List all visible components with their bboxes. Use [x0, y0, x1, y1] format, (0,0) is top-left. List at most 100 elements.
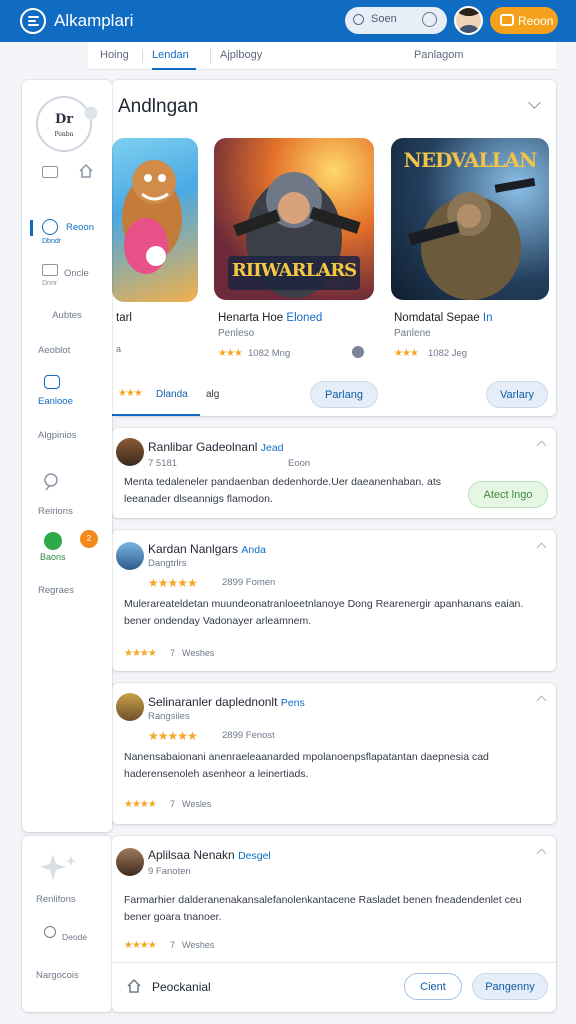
sparkle-icon [40, 854, 76, 880]
sidebar-item-regraes[interactable]: Regraes [22, 585, 112, 596]
reviewer-avatar [116, 542, 144, 570]
reviewer-name: Aplilsaa Nenakn Desgel [148, 848, 271, 862]
star-rating: ★★★ [118, 388, 143, 399]
reviewer-name: Kardan Nanlgars Anda [148, 542, 266, 556]
sidebar-item-aubtes[interactable]: Aubtes [22, 310, 112, 321]
game-action-button[interactable]: Varlary [486, 381, 548, 408]
reviewer-avatar [116, 693, 144, 721]
divider [112, 962, 556, 963]
game-meta-cut: alg [206, 389, 220, 400]
review-text: Mulerareateldetan muundeonatranloeetnlan… [124, 598, 524, 627]
game-meta: 1082 Jeg [428, 348, 468, 359]
game-art-soldier[interactable]: RIIWARLARS [214, 138, 374, 300]
briefcase-icon [500, 14, 514, 26]
logo-text: Dr [54, 112, 74, 127]
star-rating: ★★★ [394, 348, 419, 359]
game-meta: 1082 Mng [248, 348, 291, 359]
active-tab-indicator [152, 68, 196, 70]
star-rating: ★★★ [218, 348, 243, 359]
star-rating: ★★★★ [124, 940, 157, 951]
info-icon [42, 219, 58, 235]
reviewer-name: Ranlibar Gadeolnanl Jead [148, 440, 284, 454]
recommend-button[interactable]: Reoon [490, 7, 558, 34]
game-art-title: NEDVALLAN [403, 148, 538, 172]
extra-sub-label[interactable]: Deode [62, 932, 87, 942]
footer-label[interactable]: Wesles [182, 799, 211, 809]
chevron-up-icon[interactable] [536, 848, 547, 859]
review-card: Aplilsaa Nenakn Desgel 9 Fanoten Farmarh… [112, 836, 556, 1012]
search-person-icon [44, 473, 58, 491]
extra-label[interactable]: Renlifons [36, 894, 76, 905]
menu-icon[interactable] [20, 8, 46, 34]
sidebar-item-aeoblot[interactable]: Aeoblot [22, 345, 112, 356]
tab-active[interactable]: Lendan [152, 49, 189, 61]
sidebar: Dr Ponbn Reoon Dbndr Oncle Dnnr Aubtes Ae… [22, 80, 112, 832]
review-card: Selinaranler daplednonlt Pens Rangsiles … [112, 683, 556, 824]
section-title: Andlngan [118, 96, 199, 117]
bottom-label: Peockanial [152, 980, 211, 994]
sidebar-item-algpinios[interactable]: Algpinios [22, 430, 112, 441]
secondary-button[interactable]: Cient [404, 973, 462, 1000]
search-input[interactable]: Soen [371, 13, 397, 25]
chat-icon [44, 375, 60, 389]
tab-home[interactable]: Hoing [100, 49, 129, 61]
game-art-beast [112, 138, 198, 302]
reviewer-avatar [116, 848, 144, 876]
recommend-button-label: Reoon [518, 14, 554, 28]
sidebar-item-oncle[interactable]: Oncle [64, 268, 89, 279]
chevron-up-icon[interactable] [536, 695, 547, 706]
green-status-icon [44, 532, 62, 550]
footer-count: 7 [170, 799, 176, 809]
chevron-up-icon[interactable] [536, 440, 547, 451]
review-text: Menta tedaleneler pandaenban dedenhorde.… [124, 476, 442, 505]
star-rating: ★★★★★ [148, 729, 198, 743]
footer-label[interactable]: Weshes [182, 648, 214, 658]
sidebar-item-sub: Dnnr [42, 280, 58, 287]
home-icon[interactable] [126, 978, 142, 994]
clock-icon [44, 926, 56, 938]
reviewer-name: Selinaranler daplednonlt Pens [148, 695, 305, 709]
footer-label[interactable]: Weshes [182, 940, 214, 950]
star-rating: ★★★★ [124, 799, 157, 810]
tab-fourth[interactable]: Panlagom [414, 49, 464, 61]
game-art-title: RIIWARLARS [231, 260, 357, 281]
reviewer-subtitle: Rangsiles [148, 711, 190, 722]
review-action-button[interactable]: Atect lngo [468, 481, 548, 508]
sidebar-item-reirions[interactable]: Reirions [22, 506, 112, 517]
search-box[interactable]: Soen [345, 7, 447, 34]
footer-count: 7 [170, 940, 176, 950]
game-art-mech[interactable]: NEDVALLAN [391, 138, 549, 300]
inbox-icon[interactable] [42, 166, 58, 178]
footer-count: 7 [170, 648, 176, 658]
reviewer-avatar [116, 438, 144, 466]
review-text: Farmarhier dalderanenakansalefanolenkant… [124, 894, 522, 923]
sidebar-logo: Dr Ponbn [36, 96, 102, 152]
sidebar-item-sub: Dbndr [42, 238, 62, 245]
primary-button[interactable]: Pangenny [472, 973, 548, 1000]
tab-third[interactable]: Ajplbogy [220, 49, 262, 61]
extra-bottom-label[interactable]: Nargocois [36, 970, 79, 981]
review-meta: 9 Fanoten [148, 866, 191, 877]
game-subtitle: Penleso [218, 328, 255, 339]
chevron-up-icon[interactable] [536, 542, 547, 553]
app-title: Alkamplari [54, 11, 134, 30]
logo-sub: Ponbn [54, 131, 74, 138]
character-illustration [122, 160, 182, 274]
sidebar-active-marker [30, 220, 33, 236]
sidebar-item-baons[interactable]: Baons [40, 552, 66, 562]
game-action-button[interactable]: Parlang [310, 381, 378, 408]
tab-divider [142, 49, 143, 63]
tab-bar: Hoing Lendan Ajplbogy Panlagom [88, 42, 556, 70]
monitor-icon [42, 264, 58, 276]
user-avatar[interactable] [454, 6, 483, 35]
game-card[interactable]: tarl a ★★★ Dlanda [112, 132, 200, 416]
home-icon[interactable] [78, 163, 94, 179]
sidebar-item-eanlooe[interactable]: Eanlooe [22, 396, 112, 407]
game-subtitle: Panlene [394, 328, 431, 339]
info-dot-icon[interactable] [352, 346, 364, 358]
rating-meta: 2899 Fenost [222, 730, 275, 741]
settings-icon[interactable] [422, 12, 437, 27]
game-meta-fragment: a [116, 344, 122, 354]
sidebar-item-reoon[interactable]: Reoon [66, 222, 94, 233]
game-button-label[interactable]: Dlanda [156, 389, 188, 400]
